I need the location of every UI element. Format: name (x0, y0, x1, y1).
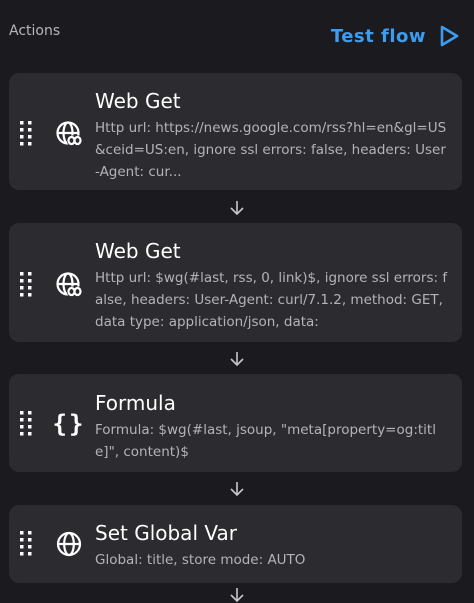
action-description: Global: title, store mode: AUTO (95, 552, 306, 568)
action-title: Formula (95, 391, 176, 415)
arrow-down-icon (227, 200, 247, 216)
web-link-icon (54, 119, 84, 149)
action-title: Set Global Var (95, 521, 237, 545)
action-card-web-get-2[interactable]: Web Get Http url: $wg(#last, rss, 0, lin… (9, 223, 462, 342)
globe-icon (54, 529, 84, 559)
action-description: Http url: $wg(#last, rss, 0, link)$, ign… (95, 270, 448, 330)
test-flow-button[interactable]: Test flow (331, 21, 460, 51)
action-card-web-get-1[interactable]: Web Get Http url: https://news.google.co… (9, 73, 462, 190)
web-link-icon (54, 270, 84, 300)
action-description: Formula: $wg(#last, jsoup, "meta[propert… (95, 422, 436, 460)
action-title: Web Get (95, 239, 181, 263)
action-card-set-global-var[interactable]: Set Global Var Global: title, store mode… (9, 505, 462, 583)
app-header: Actions Test flow (0, 0, 474, 64)
arrow-down-icon (227, 481, 247, 497)
action-title: Web Get (95, 89, 181, 113)
page-title: Actions (9, 23, 61, 39)
drag-handle-icon[interactable] (19, 271, 33, 299)
action-description: Http url: https://news.google.com/rss?hl… (95, 120, 447, 180)
drag-handle-icon[interactable] (19, 120, 33, 148)
drag-handle-icon[interactable] (19, 530, 33, 558)
play-icon (440, 25, 459, 47)
drag-handle-icon[interactable] (19, 410, 33, 438)
test-flow-label: Test flow (330, 25, 426, 47)
braces-icon: {} (52, 410, 86, 438)
arrow-down-icon (227, 351, 247, 367)
action-card-formula[interactable]: {} Formula Formula: $wg(#last, jsoup, "m… (9, 374, 462, 472)
arrow-down-icon (227, 587, 247, 603)
